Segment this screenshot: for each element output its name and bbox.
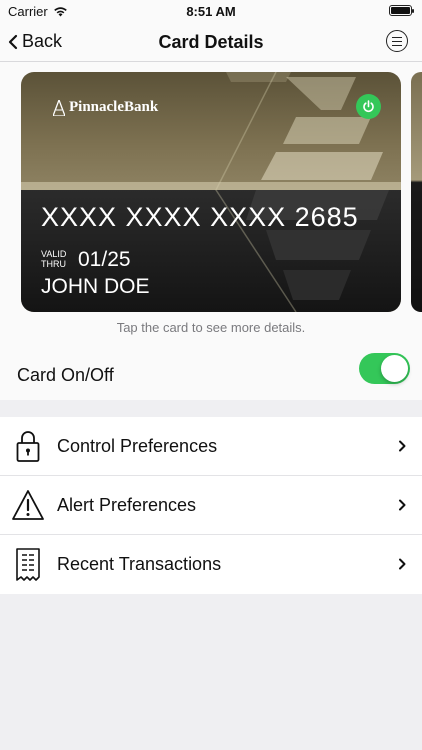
list-item-alert-preferences[interactable]: Alert Preferences [0,476,422,535]
valid-label-line1: VALID [41,249,67,259]
card-number: XXXX XXXX XXXX 2685 [41,202,359,232]
list-item-label: Recent Transactions [57,554,222,574]
card-power-button[interactable] [356,94,381,119]
page-title: Card Details [158,32,264,52]
status-time: 8:51 AM [186,4,236,19]
card-area: PinnacleBank XXXX XXXX XXXX 2685 VALID T… [0,62,422,400]
list-item-label: Control Preferences [57,436,218,456]
bank-logo-icon [53,99,65,116]
nav-bar: Back Card Details [0,22,422,62]
receipt-icon [16,548,40,581]
toggle-knob [381,355,408,382]
list-item-label: Alert Preferences [57,495,197,515]
chevron-right-icon [399,499,406,511]
card-holder-name: JOHN DOE [41,275,150,298]
card-hint: Tap the card to see more details. [116,320,306,335]
menu-button[interactable] [386,30,408,52]
list-item-recent-transactions[interactable]: Recent Transactions [0,535,422,594]
battery-icon [389,5,414,16]
chevron-right-icon [399,440,406,452]
card-toggle-label: Card On/Off [17,365,114,385]
bank-logo: PinnacleBank [53,99,158,116]
status-bar: Carrier 8:51 AM [0,0,422,22]
debit-card[interactable]: PinnacleBank XXXX XXXX XXXX 2685 VALID T… [21,72,401,312]
card-on-off-toggle[interactable] [359,353,410,384]
padlock-icon [16,431,40,462]
chevron-right-icon [399,558,406,570]
bank-name: PinnacleBank [69,99,159,115]
power-icon [363,100,374,113]
expiry-date: 01/25 [78,248,131,271]
list-item-control-preferences[interactable]: Control Preferences [0,417,422,476]
warning-triangle-icon [12,490,44,520]
card-settings-list: Control Preferences Alert Preferences Re… [0,417,422,594]
valid-thru-label: VALID THRU [41,249,66,269]
next-card-peek[interactable] [411,72,422,312]
card-toggle-row: Card On/Off [0,350,422,400]
valid-label-line2: THRU [41,259,66,269]
